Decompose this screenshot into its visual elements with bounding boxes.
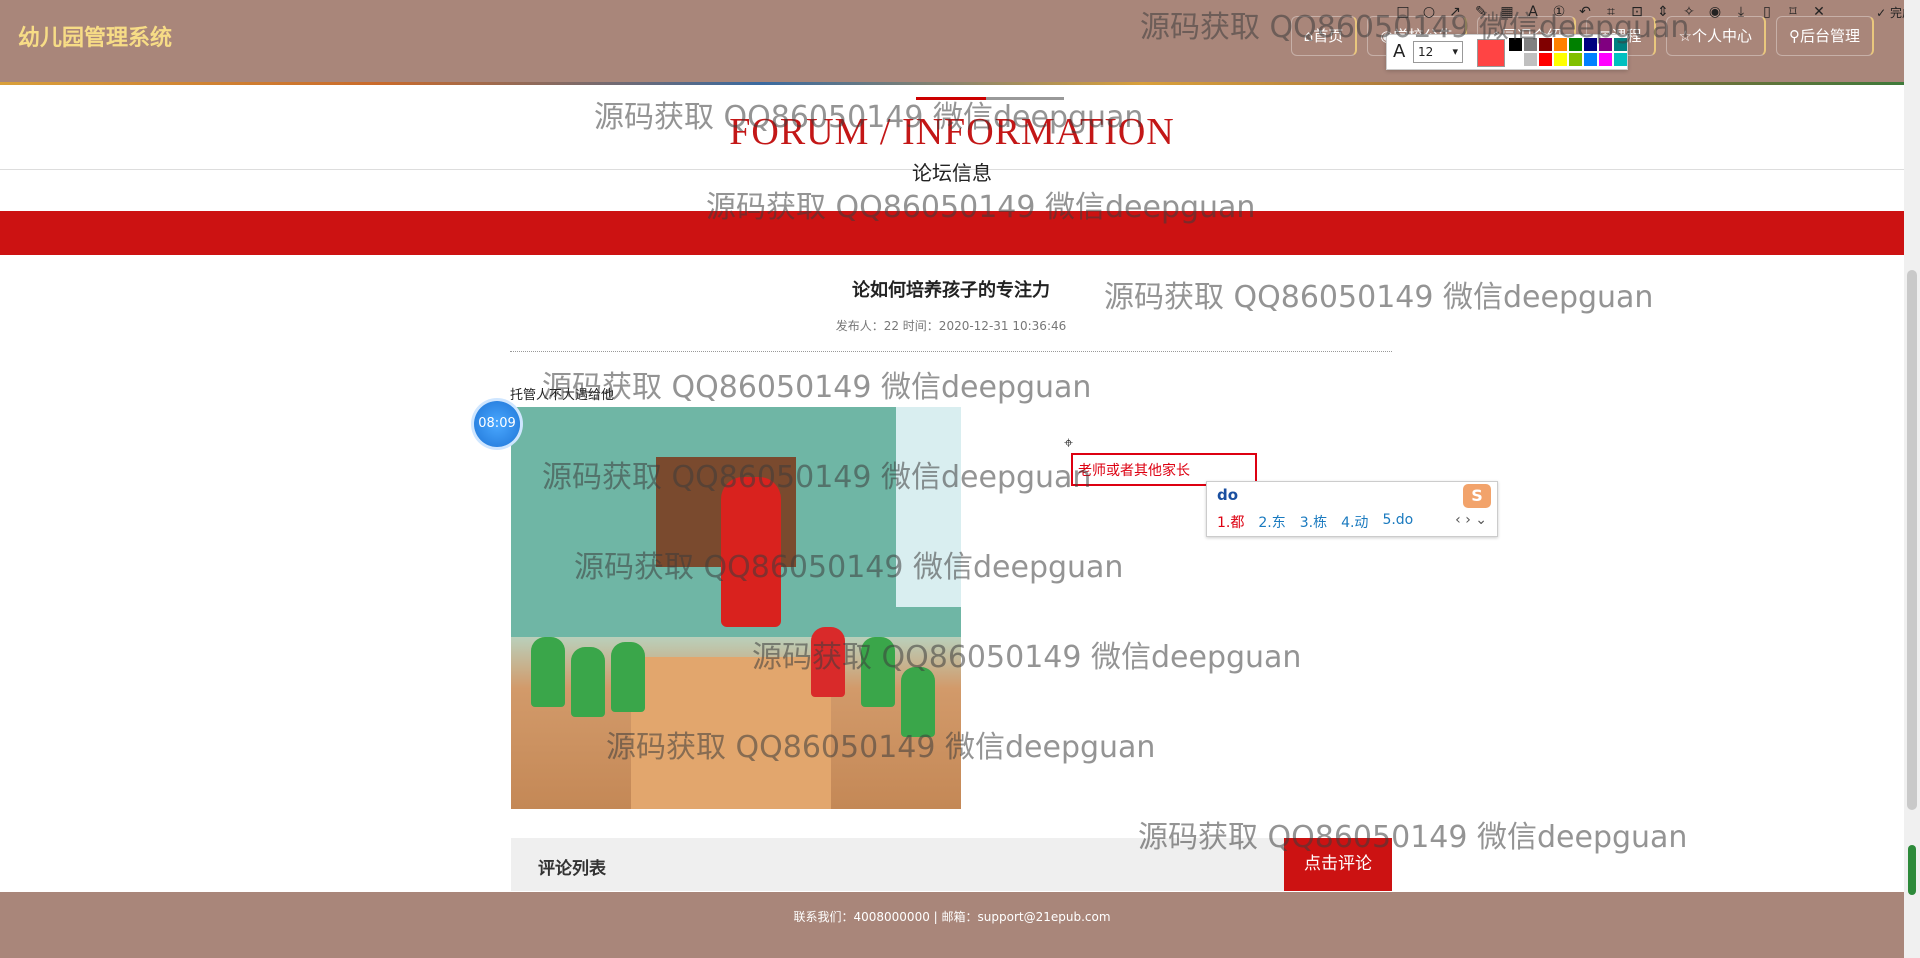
color-swatch[interactable] — [1524, 38, 1537, 51]
ime-candidate[interactable]: 1.都 — [1217, 512, 1244, 532]
mosaic-icon[interactable]: ▦ — [1498, 4, 1516, 20]
article-divider — [510, 351, 1392, 352]
screenshot-toolbar: □ ○ ↗ ✎ ▦ A ① ↶ ⌗ ⊡ ⇕ ✧ ◉ ⤓ ▯ ⌑ ✕ ✓ 完成 A… — [1386, 0, 1920, 70]
watermark: 源码获取 QQ86050149 微信deepguan — [542, 370, 1092, 405]
banner-strip — [0, 82, 1904, 85]
site-logo[interactable]: 幼儿园管理系统 — [18, 20, 172, 52]
section-red-bar — [0, 211, 1904, 255]
color-swatch[interactable] — [1509, 53, 1522, 66]
color-swatch[interactable] — [1539, 38, 1552, 51]
record-icon[interactable]: ◉ — [1706, 4, 1724, 20]
snip-tools: □ ○ ↗ ✎ ▦ A ① ↶ ⌗ ⊡ ⇕ ✧ ◉ ⤓ ▯ ⌑ ✕ — [1394, 4, 1828, 20]
scroll-capture-icon[interactable]: ⇕ — [1654, 4, 1672, 20]
ime-page-arrows-icon[interactable]: ‹ › ⌄ — [1455, 512, 1487, 528]
ime-candidate[interactable]: 2.东 — [1258, 512, 1285, 532]
pin-icon[interactable]: ⊡ — [1628, 4, 1646, 20]
color-swatch[interactable] — [1554, 38, 1567, 51]
color-swatch[interactable] — [1569, 38, 1582, 51]
arrow-icon[interactable]: ↗ — [1446, 4, 1464, 20]
color-palette — [1509, 38, 1627, 66]
crop-icon[interactable]: ⌗ — [1602, 4, 1620, 20]
download-icon[interactable]: ⤓ — [1732, 4, 1750, 20]
font-icon: A — [1393, 41, 1406, 62]
bookmark-icon[interactable]: ⌑ — [1784, 4, 1802, 20]
page: 幼儿园管理系统 ⌂首页 ◉学校公告 ◇园况介绍 ⊞课程 ☆个人中心 ⚲后台管理 … — [0, 0, 1920, 958]
phone-icon[interactable]: ▯ — [1758, 4, 1776, 20]
color-swatch[interactable] — [1614, 38, 1627, 51]
scroll-indicator — [1908, 845, 1916, 895]
footer: 联系我们：4008000000 | 邮箱：support@21epub.com — [0, 892, 1904, 958]
scrollbar-thumb[interactable] — [1907, 270, 1917, 810]
page-scrollbar[interactable] — [1904, 0, 1920, 958]
color-swatch[interactable] — [1554, 53, 1567, 66]
ime-candidate[interactable]: 4.动 — [1341, 512, 1368, 532]
number-icon[interactable]: ① — [1550, 4, 1568, 20]
ime-candidate[interactable]: 5.do — [1382, 512, 1413, 532]
color-swatch[interactable] — [1584, 38, 1597, 51]
color-swatch[interactable] — [1524, 53, 1537, 66]
color-swatch[interactable] — [1599, 53, 1612, 66]
font-size-select[interactable]: 12 — [1413, 41, 1463, 63]
rectangle-icon[interactable]: □ — [1394, 4, 1412, 20]
article-title: 论如何培养孩子的专注力 — [852, 280, 1050, 301]
banner-indicator — [916, 97, 1064, 100]
color-swatch[interactable] — [1584, 53, 1597, 66]
article-meta: 发布人：22 时间：2020-12-31 10:36:46 — [835, 319, 1067, 333]
color-swatch[interactable] — [1539, 53, 1552, 66]
close-icon[interactable]: ✕ — [1810, 4, 1828, 20]
ime-candidate-window: do S 1.都 2.东 3.栋 4.动 5.do ‹ › ⌄ — [1206, 481, 1498, 537]
color-swatch[interactable] — [1569, 53, 1582, 66]
crosshair-cursor-icon: ⌖ — [1064, 433, 1074, 452]
recording-timer[interactable]: 08:09 — [474, 401, 520, 447]
ime-composition: do — [1217, 486, 1239, 504]
ime-candidates: 1.都 2.东 3.栋 4.动 5.do — [1217, 512, 1413, 532]
magic-icon[interactable]: ✧ — [1680, 4, 1698, 20]
pen-icon[interactable]: ✎ — [1472, 4, 1490, 20]
undo-icon[interactable]: ↶ — [1576, 4, 1594, 20]
article-body: 托管人不大遇给他 — [510, 388, 615, 403]
color-swatch[interactable] — [1614, 53, 1627, 66]
ellipse-icon[interactable]: ○ — [1420, 4, 1438, 20]
color-swatch[interactable] — [1599, 38, 1612, 51]
article-photo — [511, 407, 961, 809]
color-swatch[interactable] — [1509, 38, 1522, 51]
comment-button[interactable]: 点击评论 — [1284, 838, 1392, 891]
ime-logo-icon: S — [1463, 484, 1491, 508]
text-style-panel: A 12 — [1386, 34, 1628, 70]
section-title-en: FORUM / INFORMATION — [729, 111, 1175, 153]
section-title-cn: 论坛信息 — [912, 161, 992, 185]
comment-list-label: 评论列表 — [538, 859, 606, 879]
footer-contact: 联系我们：4008000000 | 邮箱：support@21epub.com — [793, 910, 1111, 924]
nav-home[interactable]: ⌂首页 — [1290, 16, 1358, 56]
current-color[interactable] — [1477, 39, 1505, 67]
comment-bar: 评论列表 点击评论 — [511, 838, 1392, 891]
ime-candidate[interactable]: 3.栋 — [1300, 512, 1327, 532]
text-icon[interactable]: A — [1524, 4, 1542, 20]
